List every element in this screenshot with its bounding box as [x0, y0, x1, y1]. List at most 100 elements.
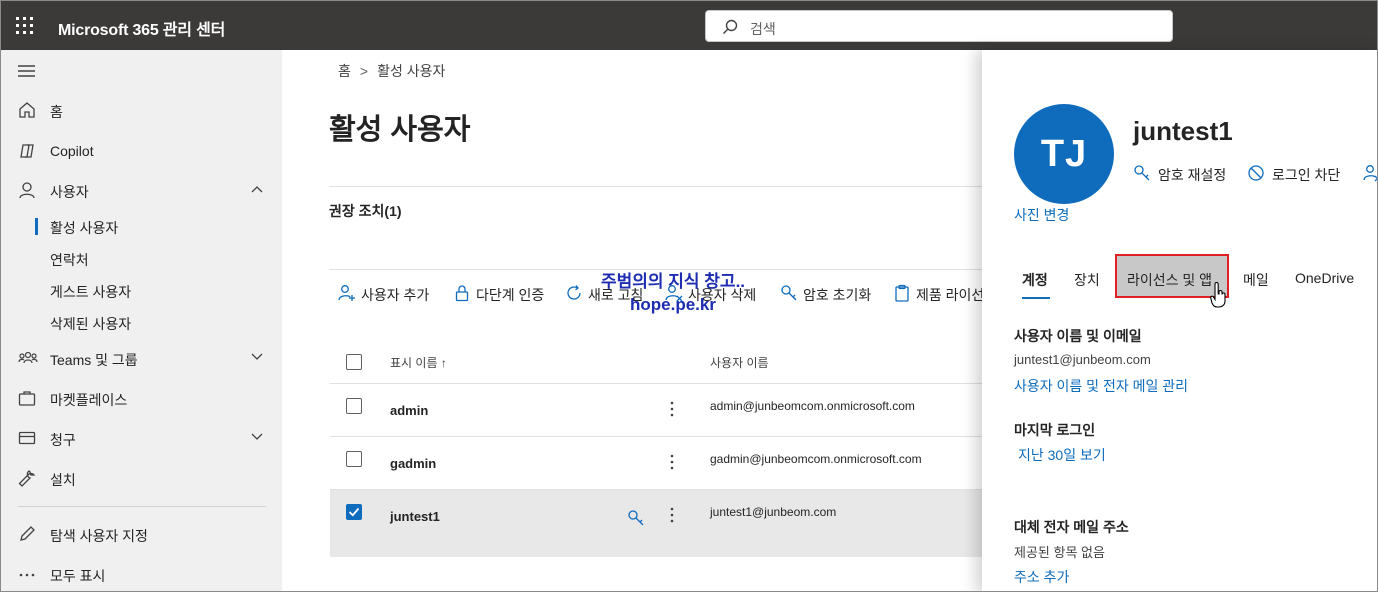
chevron-down-icon	[251, 353, 263, 361]
nav-item-teams-groups[interactable]: Teams 및 그룹	[1, 340, 282, 376]
watermark-line1: 주범의의 지식 창고..	[601, 272, 746, 291]
recommended-actions[interactable]: 권장 조치(1)	[329, 201, 402, 221]
manage-username-email-link[interactable]: 사용자 이름 및 전자 메일 관리	[1014, 376, 1188, 396]
copilot-icon	[18, 142, 36, 160]
mfa-label: 다단계 인증	[476, 287, 545, 303]
table-row-selected[interactable]: juntest1 juntest1@junbeom.com	[330, 490, 982, 557]
nav-subitem-contacts[interactable]: 연락처	[1, 243, 282, 273]
chevron-down-icon	[251, 433, 263, 441]
add-person-icon	[338, 284, 356, 302]
pencil-icon	[18, 525, 36, 543]
row-checkbox-checked[interactable]	[346, 504, 362, 520]
more-actions-icon[interactable]	[670, 506, 674, 524]
more-actions-icon[interactable]	[670, 400, 674, 418]
select-all-checkbox[interactable]	[346, 354, 362, 370]
page-title: 활성 사용자	[329, 114, 471, 146]
briefcase-icon	[18, 389, 36, 407]
change-photo-link[interactable]: 사진 변경	[1014, 205, 1069, 225]
more-actions-icon[interactable]	[670, 453, 674, 471]
nav-divider	[18, 506, 266, 507]
billing-icon	[18, 429, 36, 447]
tab-mail[interactable]: 메일	[1243, 270, 1269, 290]
home-icon	[18, 101, 36, 119]
delete-person-icon	[1363, 164, 1377, 182]
row-checkbox[interactable]	[346, 398, 362, 414]
user-details-panel: TJ 사진 변경 juntest1 암호 재설정 로그인 차단 계정 장치 라이…	[982, 50, 1377, 591]
row-display-name[interactable]: gadmin	[390, 456, 436, 471]
tab-onedrive[interactable]: OneDrive	[1295, 270, 1354, 286]
nav-subitem-deleted-users-label: 삭제된 사용자	[50, 316, 132, 332]
breadcrumb: 홈 > 활성 사용자	[338, 61, 445, 81]
block-icon	[1247, 164, 1265, 182]
nav-item-billing[interactable]: 청구	[1, 420, 282, 456]
nav-item-show-all[interactable]: 모두 표시	[1, 556, 282, 591]
alt-email-value: 제공된 항목 없음	[1014, 545, 1105, 560]
view-last-30-days-link[interactable]: 지난 30일 보기	[1018, 445, 1106, 465]
nav-subitem-active-users[interactable]: 활성 사용자	[1, 211, 282, 241]
table-row[interactable]: admin admin@junbeomcom.onmicrosoft.com	[330, 384, 982, 437]
table-row[interactable]: gadmin gadmin@junbeomcom.onmicrosoft.com	[330, 437, 982, 490]
nav-item-home[interactable]: 홈	[1, 92, 282, 128]
column-header-display-name[interactable]: 표시 이름 ↑	[390, 354, 447, 371]
admin-center-window: Microsoft 365 관리 센터 검색 홈 Copilot 사용자 활성 …	[0, 0, 1378, 592]
nav-subitem-guest-users[interactable]: 게스트 사용자	[1, 275, 282, 305]
row-username: admin@junbeomcom.onmicrosoft.com	[710, 399, 915, 413]
tab-licenses-apps-label: 라이선스 및 앱	[1127, 272, 1213, 288]
row-username: gadmin@junbeomcom.onmicrosoft.com	[710, 452, 922, 466]
username-email-heading: 사용자 이름 및 이메일	[1014, 328, 1142, 344]
watermark: 주범의의 지식 창고.. hope.pe.kr	[601, 270, 745, 316]
nav-item-show-all-label: 모두 표시	[50, 568, 106, 584]
alt-email-heading: 대체 전자 메일 주소	[1014, 519, 1129, 535]
nav-subitem-contacts-label: 연락처	[50, 252, 89, 268]
more-icon	[18, 565, 36, 583]
search-placeholder: 검색	[750, 21, 776, 37]
nav-item-marketplace[interactable]: 마켓플레이스	[1, 380, 282, 416]
main-content: 홈 > 활성 사용자 활성 사용자 권장 조치(1) 사용자 추가 다단계 인증 새…	[282, 50, 997, 591]
nav-subitem-guest-users-label: 게스트 사용자	[50, 284, 132, 300]
active-tab-indicator	[1022, 297, 1050, 299]
key-icon	[780, 284, 798, 302]
tab-account[interactable]: 계정	[1022, 270, 1048, 290]
breadcrumb-current: 활성 사용자	[377, 63, 446, 79]
app-title[interactable]: Microsoft 365 관리 센터	[58, 16, 225, 40]
nav-subitem-deleted-users[interactable]: 삭제된 사용자	[1, 307, 282, 337]
row-display-name[interactable]: admin	[390, 403, 428, 418]
refresh-icon	[565, 284, 583, 302]
delete-user-action[interactable]	[1363, 163, 1377, 185]
nav-item-setup[interactable]: 설치	[1, 460, 282, 496]
key-icon[interactable]	[627, 509, 645, 527]
nav-item-home-label: 홈	[50, 104, 63, 120]
reset-password-label: 암호 초기화	[803, 287, 872, 303]
search-box[interactable]: 검색	[705, 10, 1173, 42]
row-checkbox[interactable]	[346, 451, 362, 467]
nav-item-copilot-label: Copilot	[50, 143, 94, 159]
nav-item-customize-navigation[interactable]: 탐색 사용자 지정	[1, 516, 282, 552]
title-divider	[329, 186, 982, 187]
left-navigation: 홈 Copilot 사용자 활성 사용자 연락처 게스트 사용자 삭제된 사용자…	[1, 50, 282, 591]
person-icon	[18, 181, 36, 199]
nav-subitem-active-users-label: 활성 사용자	[50, 220, 119, 236]
key-icon	[1133, 164, 1151, 182]
nav-item-marketplace-label: 마켓플레이스	[50, 392, 128, 408]
collapse-nav-icon[interactable]	[18, 64, 36, 78]
add-address-link[interactable]: 주소 추가	[1014, 567, 1069, 587]
add-user-label: 사용자 추가	[361, 287, 430, 303]
tab-devices[interactable]: 장치	[1074, 270, 1100, 290]
nav-item-setup-label: 설치	[50, 472, 76, 488]
block-signin-action-label: 로그인 차단	[1272, 167, 1341, 183]
row-display-name[interactable]: juntest1	[390, 509, 440, 524]
chevron-up-icon	[251, 185, 263, 193]
column-header-username[interactable]: 사용자 이름	[710, 354, 769, 371]
lock-icon	[453, 284, 471, 302]
user-display-name: juntest1	[1133, 116, 1233, 146]
top-bar: Microsoft 365 관리 센터 검색	[1, 1, 1377, 50]
reset-password-action-label: 암호 재설정	[1158, 167, 1227, 183]
nav-item-users[interactable]: 사용자	[1, 172, 282, 208]
search-icon	[722, 19, 738, 35]
breadcrumb-home[interactable]: 홈	[338, 63, 351, 79]
nav-item-customize-navigation-label: 탐색 사용자 지정	[50, 528, 148, 544]
nav-item-billing-label: 청구	[50, 432, 76, 448]
row-username: juntest1@junbeom.com	[710, 505, 837, 519]
app-launcher-icon[interactable]	[15, 16, 35, 36]
nav-item-copilot[interactable]: Copilot	[1, 133, 282, 169]
